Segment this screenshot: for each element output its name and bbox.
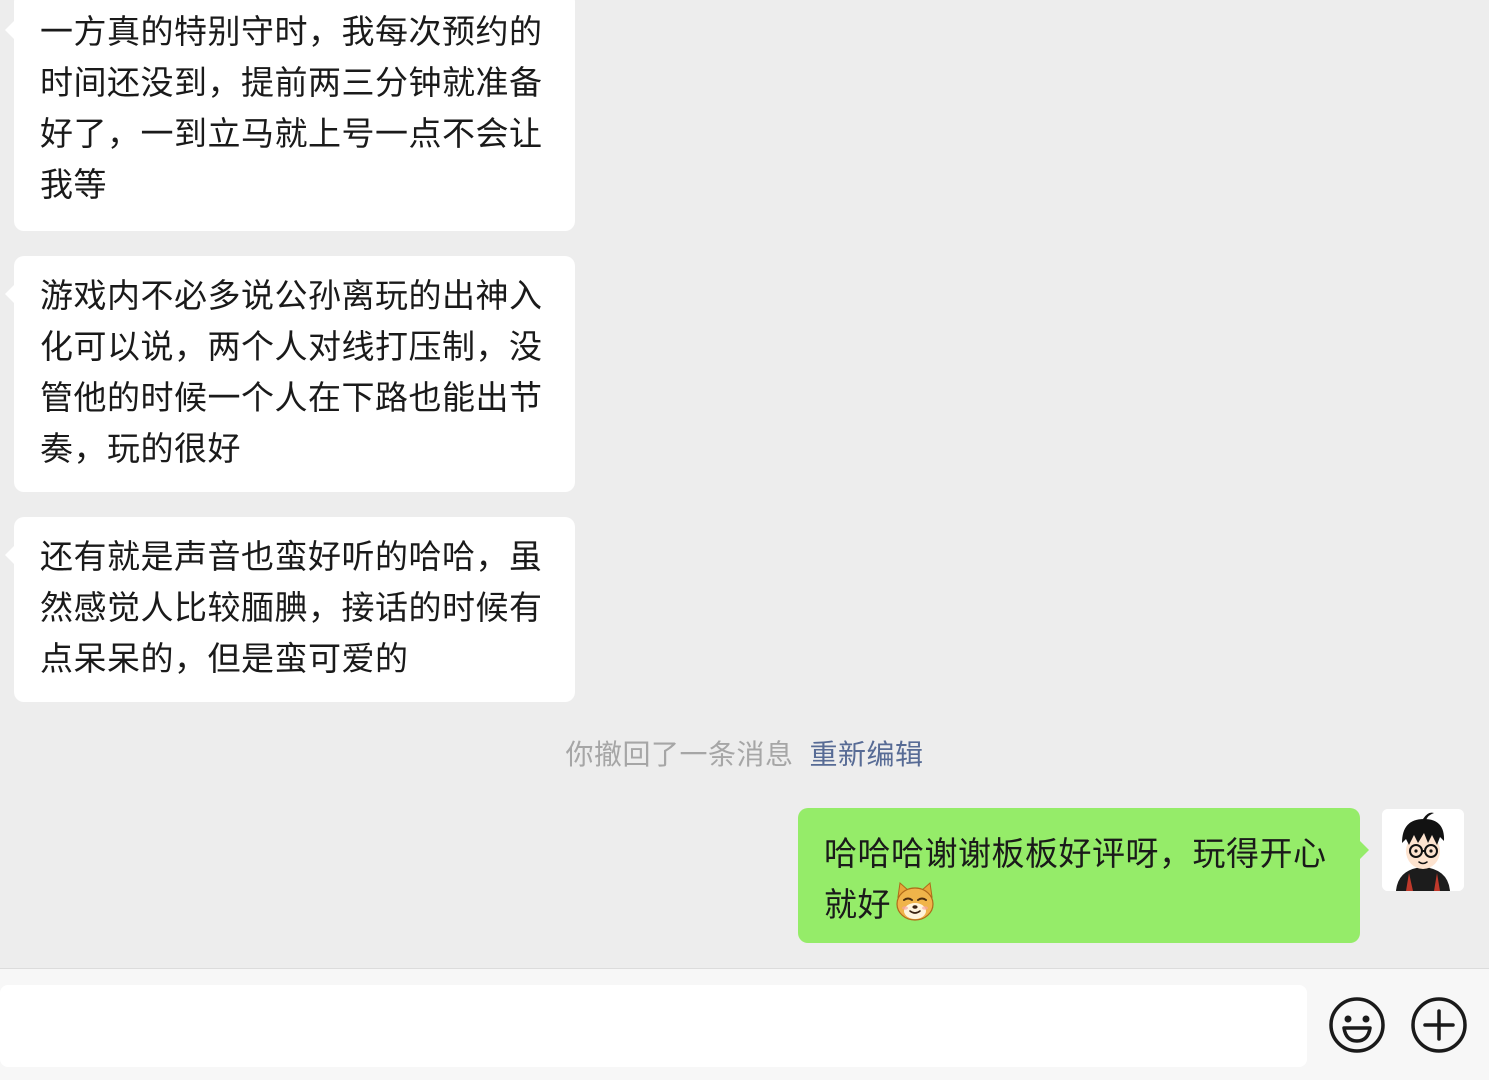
message-input-bar <box>0 968 1489 1080</box>
smiley-face-icon <box>1329 997 1385 1053</box>
message-text: 还有就是声音也蛮好听的哈哈，虽然感觉人比较腼腆，接话的时候有点呆呆的，但是蛮可爱… <box>40 537 543 678</box>
received-message-bubble[interactable]: 游戏内不必多说公孙离玩的出神入化可以说，两个人对线打压制，没管他的时候一个人在下… <box>5 256 575 492</box>
more-options-button[interactable] <box>1409 995 1469 1055</box>
emoji-button[interactable] <box>1327 995 1387 1055</box>
received-message-bubble[interactable]: 一方真的特别守时，我每次预约的时间还没到，提前两三分钟就准备好了，一到立马就上号… <box>5 0 575 231</box>
doge-emoji-icon <box>893 880 937 924</box>
chat-message-list[interactable]: 一方真的特别守时，我每次预约的时间还没到，提前两三分钟就准备好了，一到立马就上号… <box>0 0 1489 968</box>
sent-message-bubble[interactable]: 哈哈哈谢谢板板好评呀，玩得开心就好 <box>798 808 1369 943</box>
reedit-link[interactable]: 重新编辑 <box>810 738 924 771</box>
plus-circle-icon <box>1411 997 1467 1053</box>
user-avatar[interactable] <box>1382 809 1464 891</box>
message-input[interactable] <box>0 985 1307 1067</box>
received-message-bubble[interactable]: 还有就是声音也蛮好听的哈哈，虽然感觉人比较腼腆，接话的时候有点呆呆的，但是蛮可爱… <box>5 517 575 702</box>
recall-notice: 你撤回了一条消息 重新编辑 <box>0 733 1489 777</box>
recall-notice-text: 你撤回了一条消息 <box>565 738 794 771</box>
message-text: 游戏内不必多说公孙离玩的出神入化可以说，两个人对线打压制，没管他的时候一个人在下… <box>40 276 543 468</box>
cartoon-boy-avatar-icon <box>1382 809 1464 891</box>
message-text: 一方真的特别守时，我每次预约的时间还没到，提前两三分钟就准备好了，一到立马就上号… <box>40 12 543 204</box>
